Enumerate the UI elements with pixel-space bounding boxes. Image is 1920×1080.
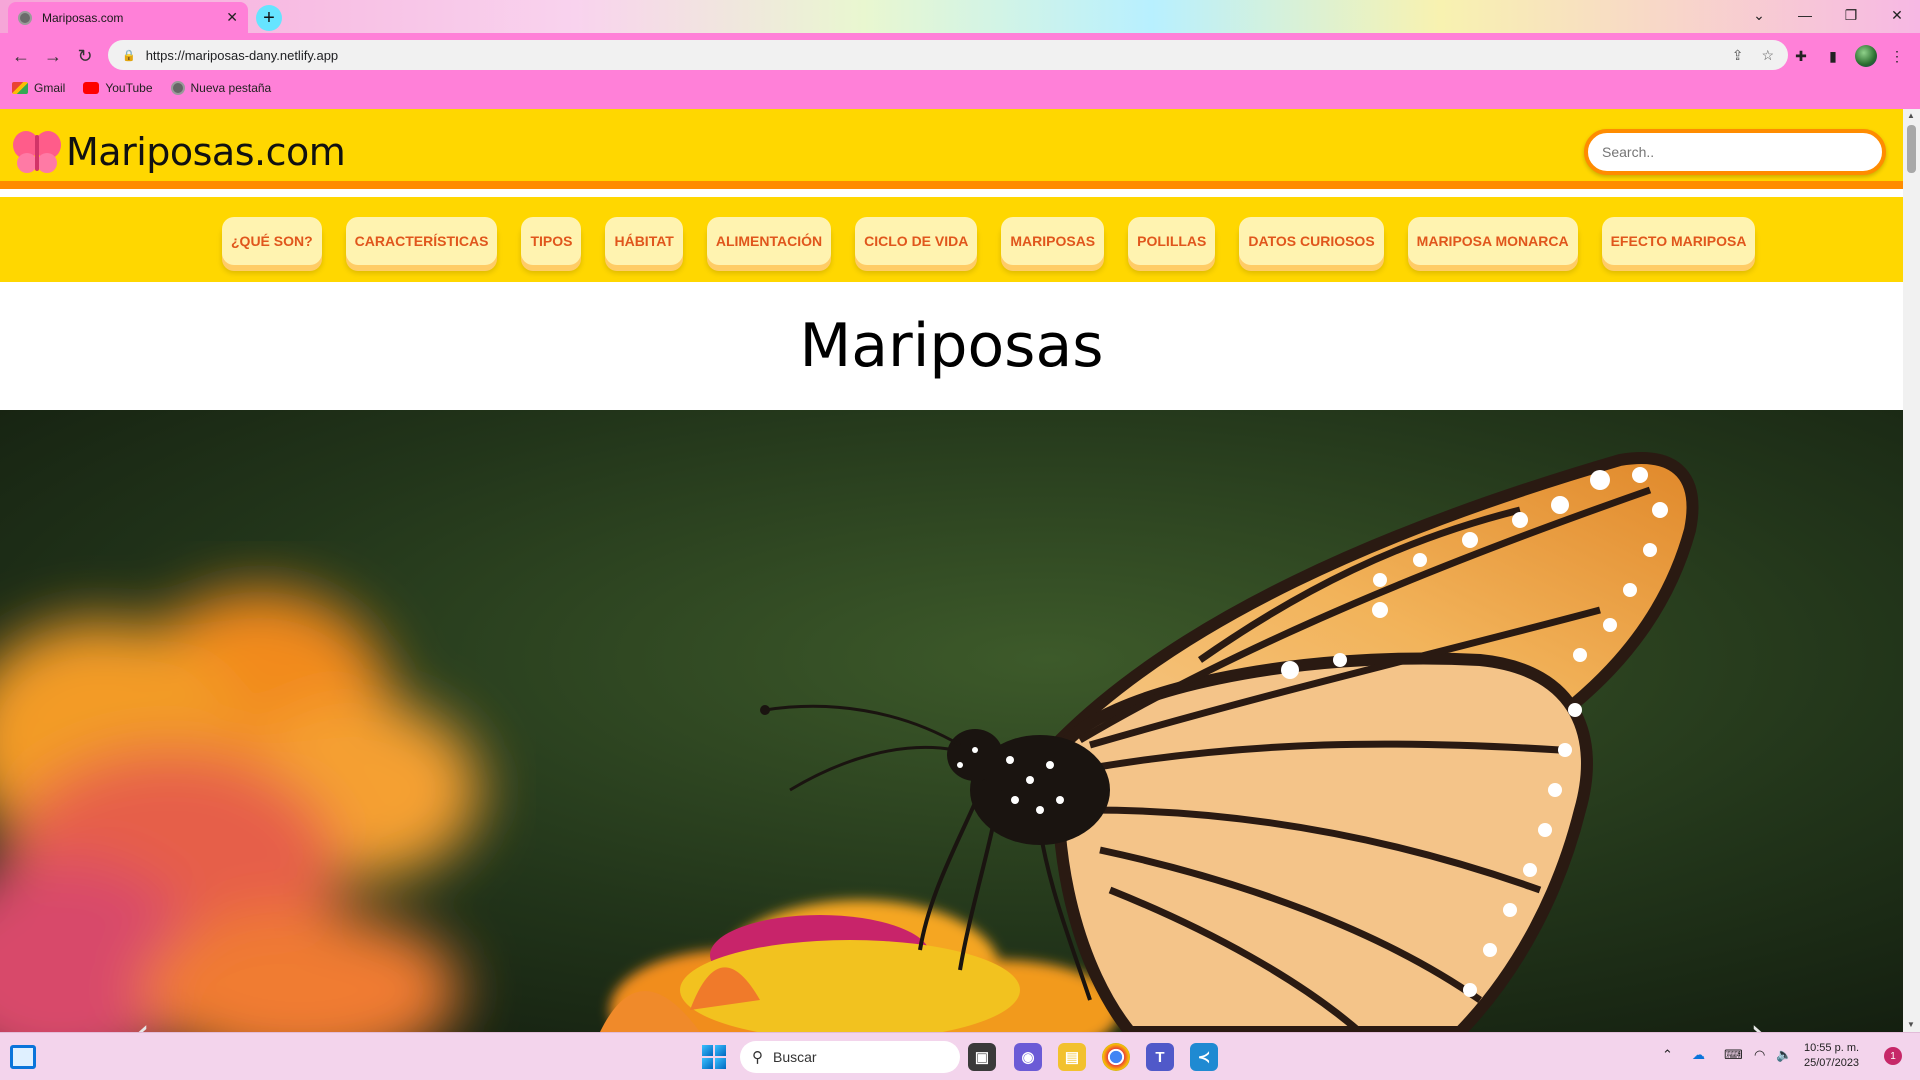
browser-toolbar: ← → ↻ 🔒 https://mariposas-dany.netlify.a… <box>0 33 1920 109</box>
bookmark-label: Nueva pestaña <box>190 81 272 95</box>
page-scrollbar[interactable]: ▲ ▼ <box>1903 109 1920 1032</box>
forward-icon[interactable]: → <box>38 41 68 71</box>
nav-polillas[interactable]: POLILLAS <box>1128 217 1216 265</box>
nav-efecto-mariposa[interactable]: EFECTO MARIPOSA <box>1601 217 1756 265</box>
nav-alimentacion[interactable]: ALIMENTACIÓN <box>706 217 832 265</box>
youtube-icon <box>83 82 100 94</box>
gmail-icon <box>12 82 28 94</box>
monarch-butterfly-image <box>0 410 1903 1032</box>
nav-caracteristicas[interactable]: CARACTERÍSTICAS <box>345 217 498 265</box>
butterfly-logo-icon <box>13 131 61 173</box>
keyboard-icon[interactable]: ⌨ <box>1724 1047 1743 1063</box>
side-panel-icon[interactable]: ▮ <box>1822 45 1844 67</box>
tab-strip: Mariposas.com ✕ + ⌄ — ❐ ✕ <box>0 0 1920 33</box>
file-explorer-icon[interactable]: ▤ <box>1058 1043 1086 1071</box>
share-icon[interactable]: ⇪ <box>1732 47 1744 64</box>
bookmarks-bar: Gmail YouTube Nueva pestaña <box>12 81 271 95</box>
browser-tab[interactable]: Mariposas.com ✕ <box>8 2 248 33</box>
nav-mariposas[interactable]: MARIPOSAS <box>1001 217 1105 265</box>
close-tab-icon[interactable]: ✕ <box>226 9 238 26</box>
scroll-down-icon[interactable]: ▼ <box>1907 1020 1915 1029</box>
nav-menu: ¿QUÉ SON? CARACTERÍSTICAS TIPOS HÁBITAT … <box>222 217 1756 269</box>
bookmark-label: YouTube <box>105 81 153 95</box>
main-nav: ¿QUÉ SON? CARACTERÍSTICAS TIPOS HÁBITAT … <box>0 197 1903 282</box>
wifi-icon[interactable]: ◠ <box>1754 1047 1765 1063</box>
system-clock[interactable]: 10:55 p. m. 25/07/2023 <box>1804 1041 1859 1071</box>
show-hidden-icons-icon[interactable]: ⌃ <box>1662 1047 1673 1063</box>
hero-carousel: ‹ › <box>0 410 1903 1032</box>
start-button[interactable] <box>702 1045 726 1069</box>
nav-tipos[interactable]: TIPOS <box>521 217 582 265</box>
notification-badge[interactable]: 1 <box>1884 1047 1902 1065</box>
nav-datos-curiosos[interactable]: DATOS CURIOSOS <box>1239 217 1384 265</box>
profile-avatar[interactable] <box>1855 45 1877 67</box>
taskbar-search-label: Buscar <box>773 1049 817 1065</box>
url-text: https://mariposas-dany.netlify.app <box>145 47 339 63</box>
teams-icon[interactable]: T <box>1146 1043 1174 1071</box>
onedrive-icon[interactable]: ☁ <box>1692 1047 1705 1063</box>
chat-icon[interactable]: ◉ <box>1014 1043 1042 1071</box>
taskbar-search[interactable]: ⚲ Buscar <box>740 1041 960 1073</box>
restore-icon[interactable]: ❐ <box>1828 0 1874 30</box>
scrollbar-thumb[interactable] <box>1907 125 1916 173</box>
nav-ciclo-de-vida[interactable]: CICLO DE VIDA <box>855 217 978 265</box>
address-bar[interactable]: 🔒 https://mariposas-dany.netlify.app ⇪ ☆ <box>108 40 1788 70</box>
windows-taskbar: ⚲ Buscar ▣ ◉ ▤ T ≺ ⌃ ☁ ⌨ ◠ 🔈 10:55 p. m.… <box>0 1032 1920 1080</box>
site-header: Mariposas.com <box>0 109 1903 189</box>
bookmark-star-icon[interactable]: ☆ <box>1761 47 1774 64</box>
reload-icon[interactable]: ↻ <box>70 41 100 71</box>
page-title: Mariposas <box>799 311 1104 381</box>
tab-title: Mariposas.com <box>42 10 124 25</box>
carousel-prev-button[interactable]: ‹ <box>134 1010 150 1032</box>
tab-search-icon[interactable]: ⌄ <box>1736 0 1782 30</box>
nav-habitat[interactable]: HÁBITAT <box>605 217 683 265</box>
vscode-icon[interactable]: ≺ <box>1190 1043 1218 1071</box>
scroll-up-icon[interactable]: ▲ <box>1907 111 1915 120</box>
minimize-icon[interactable]: — <box>1782 0 1828 30</box>
chrome-icon[interactable] <box>1102 1043 1130 1071</box>
bookmark-new-tab[interactable]: Nueva pestaña <box>170 81 272 95</box>
carousel-next-button[interactable]: › <box>1750 1010 1766 1032</box>
volume-icon[interactable]: 🔈 <box>1776 1047 1792 1063</box>
nav-que-son[interactable]: ¿QUÉ SON? <box>222 217 322 265</box>
globe-icon <box>18 10 32 25</box>
search-input[interactable] <box>1584 129 1886 175</box>
window-close-icon[interactable]: ✕ <box>1874 0 1920 30</box>
search-icon: ⚲ <box>752 1049 763 1066</box>
globe-icon <box>170 81 185 95</box>
lock-icon: 🔒 <box>122 49 136 62</box>
site-logo-text: Mariposas.com <box>66 130 346 174</box>
new-tab-button[interactable]: + <box>256 5 282 31</box>
bookmark-label: Gmail <box>34 81 66 95</box>
back-icon[interactable]: ← <box>6 41 36 71</box>
extensions-icon[interactable]: ✚ <box>1790 45 1812 67</box>
page-viewport: Mariposas.com ¿QUÉ SON? CARACTERÍSTICAS … <box>0 109 1903 1032</box>
widgets-icon[interactable] <box>10 1045 36 1069</box>
clock-date: 25/07/2023 <box>1804 1057 1860 1069</box>
clock-time: 10:55 p. m. <box>1804 1042 1860 1054</box>
menu-kebab-icon[interactable]: ⋮ <box>1886 45 1908 67</box>
task-view-icon[interactable]: ▣ <box>968 1043 996 1071</box>
site-logo[interactable]: Mariposas.com <box>12 129 346 175</box>
bookmark-gmail[interactable]: Gmail <box>12 81 65 95</box>
nav-mariposa-monarca[interactable]: MARIPOSA MONARCA <box>1407 217 1578 265</box>
bookmark-youtube[interactable]: YouTube <box>83 81 153 95</box>
